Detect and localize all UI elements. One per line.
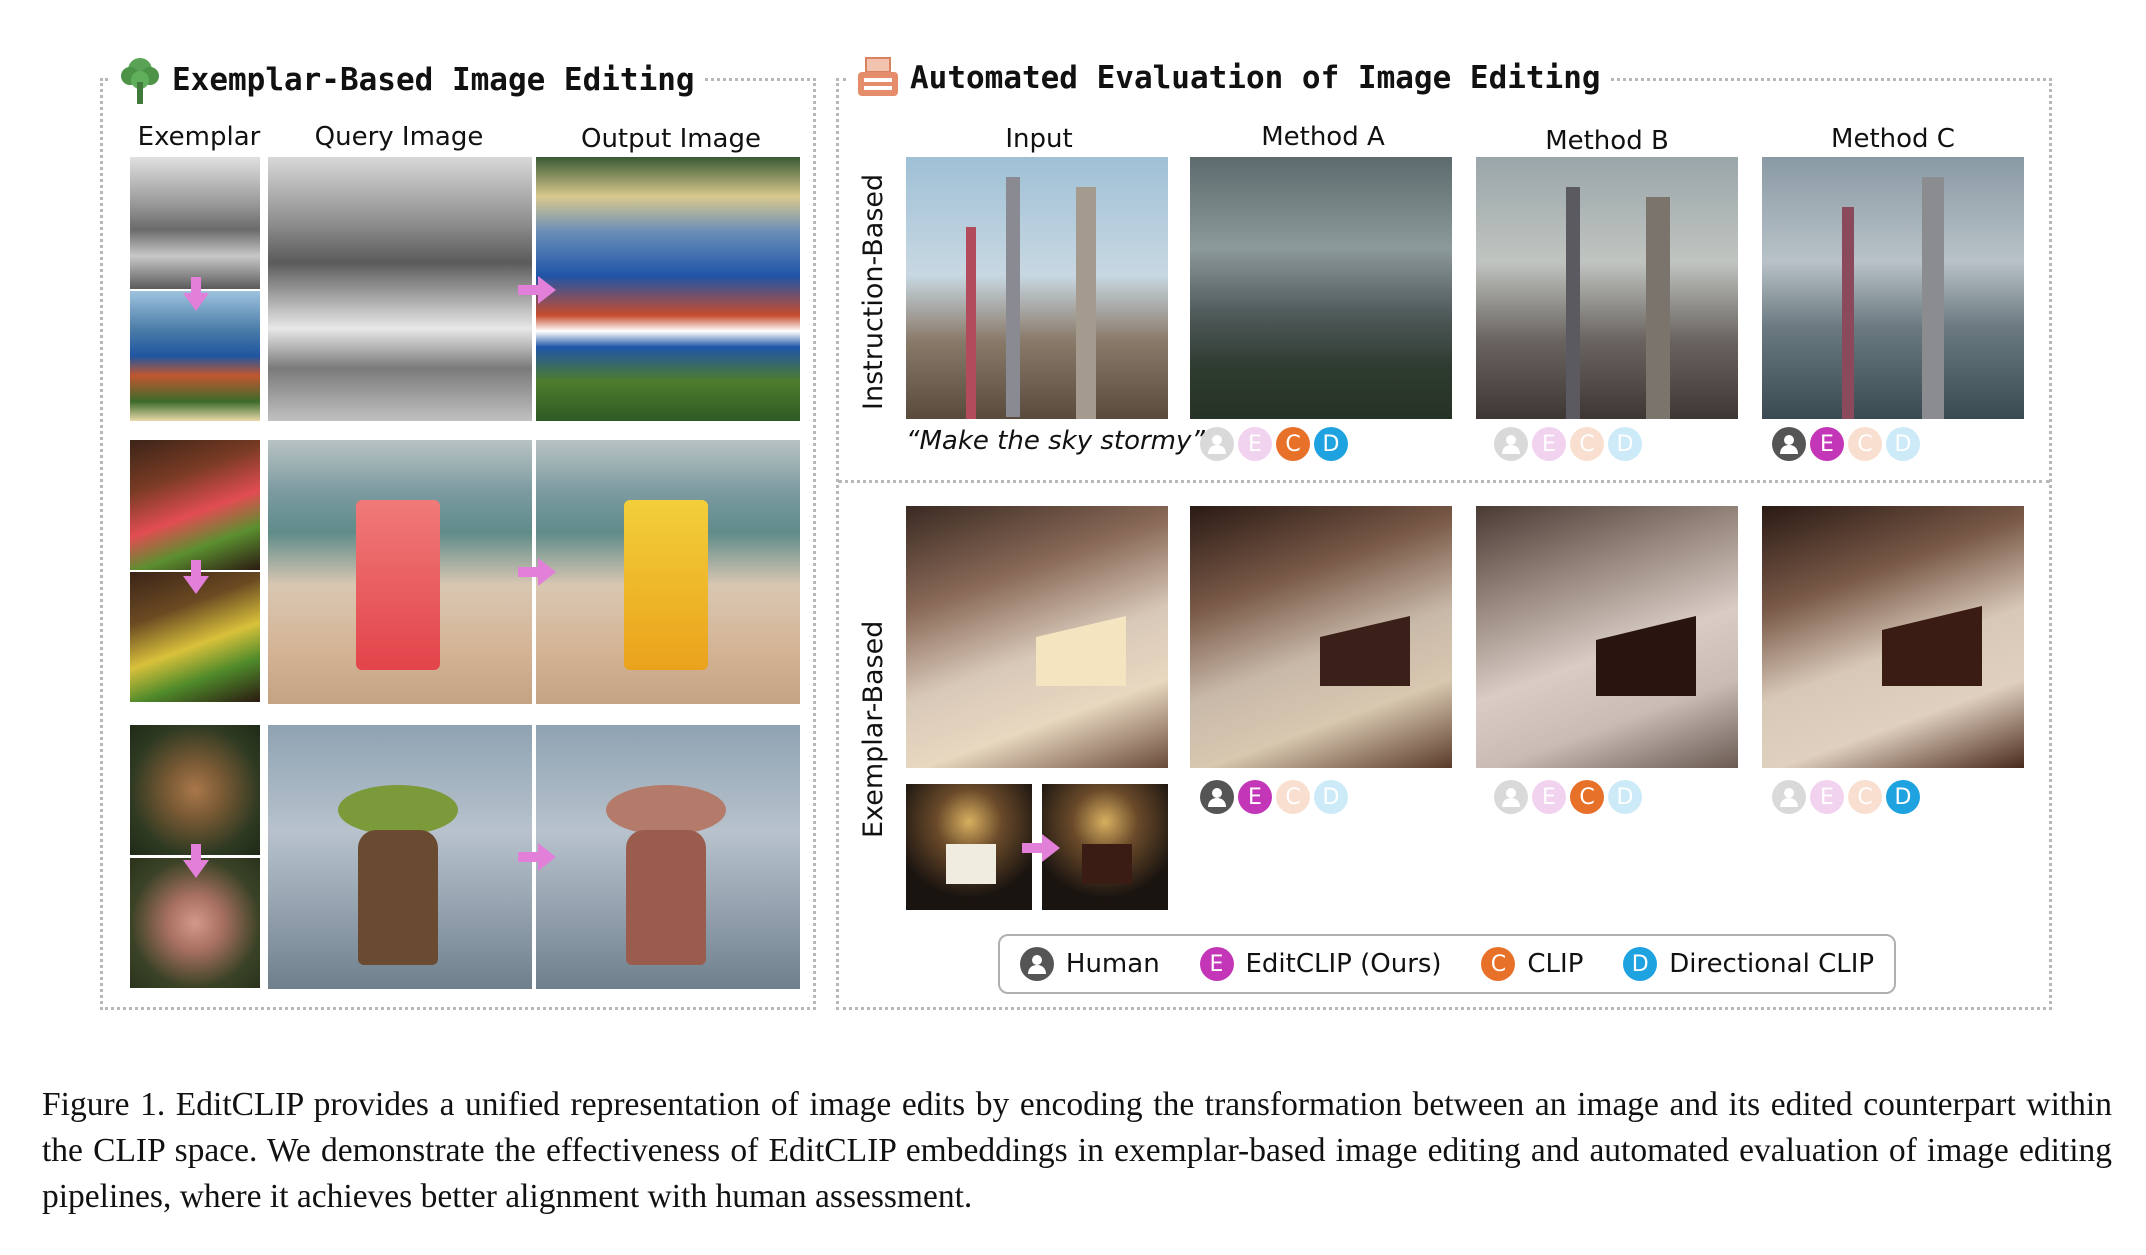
col-label-method-c: Method C [1831, 124, 1955, 154]
method-b-cake [1476, 506, 1738, 768]
method-b-skyline [1476, 157, 1738, 419]
editclip-icon: E [1199, 947, 1234, 981]
right-arrow-icon [1022, 834, 1060, 862]
method-b-votes-instruction: E C D [1494, 427, 1642, 461]
automated-evaluation-title: Automated Evaluation of Image Editing [846, 56, 1611, 100]
down-arrow-icon [183, 277, 209, 311]
col-label-query: Query Image [314, 122, 484, 152]
legend-directional: D Directional CLIP [1623, 947, 1874, 981]
directional-clip-icon: D [1886, 427, 1920, 461]
right-arrow-icon [518, 276, 556, 304]
method-b-votes-exemplar: E C D [1494, 780, 1642, 814]
col-label-exemplar: Exemplar [137, 122, 261, 152]
col-label-input: Input [1005, 124, 1073, 154]
exemplar-after-cake [1042, 784, 1168, 910]
human-icon [1772, 427, 1806, 461]
method-a-cake [1190, 506, 1452, 768]
legend-editclip-label: EditCLIP (Ours) [1245, 949, 1442, 979]
legend-clip-label: CLIP [1527, 949, 1584, 979]
instruction-prompt: “Make the sky stormy” [906, 426, 1205, 456]
clip-icon: C [1848, 780, 1882, 814]
exemplar-before-drink [130, 440, 260, 570]
query-figure [268, 725, 532, 989]
query-landscape [268, 157, 532, 421]
right-arrow-icon [518, 558, 556, 586]
human-icon [1200, 780, 1234, 814]
directional-clip-icon: D [1886, 780, 1920, 814]
exemplar-before-figure [130, 725, 260, 855]
directional-clip-icon: D [1608, 427, 1642, 461]
method-a-votes-instruction: E C D [1200, 427, 1348, 461]
method-c-votes-exemplar: E C D [1772, 780, 1920, 814]
human-icon [1200, 427, 1234, 461]
clip-icon: C [1276, 427, 1310, 461]
clip-icon: C [1570, 427, 1604, 461]
human-icon [1772, 780, 1806, 814]
clip-icon: C [1481, 947, 1516, 981]
col-label-method-a: Method A [1261, 122, 1385, 152]
row-label-exemplar: Exemplar-Based [858, 620, 889, 838]
editclip-icon: E [1810, 780, 1844, 814]
down-arrow-icon [183, 844, 209, 878]
legend: Human E EditCLIP (Ours) C CLIP D Directi… [998, 934, 1896, 994]
automated-evaluation-title-text: Automated Evaluation of Image Editing [910, 60, 1601, 96]
exemplar-before-cake [906, 784, 1032, 910]
exemplar-editing-title: Exemplar-Based Image Editing [108, 54, 705, 106]
legend-directional-label: Directional CLIP [1669, 949, 1875, 979]
editclip-icon: E [1532, 780, 1566, 814]
input-cake [906, 506, 1168, 768]
clip-icon: C [1848, 427, 1882, 461]
col-label-method-b: Method B [1545, 126, 1669, 156]
editclip-icon: E [1238, 780, 1272, 814]
input-skyline [906, 157, 1168, 419]
directional-clip-icon: D [1314, 427, 1348, 461]
editclip-icon: E [1532, 427, 1566, 461]
editclip-icon: E [1810, 427, 1844, 461]
output-figure [536, 725, 800, 989]
editclip-icon: E [1238, 427, 1272, 461]
legend-human-label: Human [1065, 949, 1160, 979]
method-a-skyline [1190, 157, 1452, 419]
row-divider [838, 480, 2050, 483]
human-icon [1494, 427, 1528, 461]
col-label-output: Output Image [580, 124, 761, 154]
human-icon [1494, 780, 1528, 814]
down-arrow-icon [183, 560, 209, 594]
directional-clip-icon: D [1623, 947, 1658, 981]
clip-icon: C [1276, 780, 1310, 814]
directional-clip-icon: D [1314, 780, 1348, 814]
method-c-cake [1762, 506, 2024, 768]
legend-editclip: E EditCLIP (Ours) [1199, 947, 1442, 981]
legend-human: Human [1019, 947, 1160, 981]
exemplar-editing-title-text: Exemplar-Based Image Editing [172, 62, 695, 98]
right-arrow-icon [518, 843, 556, 871]
figure-caption: Figure 1. EditCLIP provides a unified re… [42, 1086, 2112, 1215]
method-c-skyline [1762, 157, 2024, 419]
legend-clip: C CLIP [1481, 947, 1583, 981]
method-a-votes-exemplar: E C D [1200, 780, 1348, 814]
row-label-instruction: Instruction-Based [858, 173, 889, 410]
method-c-votes-instruction: E C D [1772, 427, 1920, 461]
tree-icon [121, 58, 159, 104]
clip-icon: C [1570, 780, 1604, 814]
exemplar-before-landscape [130, 157, 260, 289]
output-drink [536, 440, 800, 704]
query-drink [268, 440, 532, 704]
typewriter-icon [858, 57, 898, 96]
output-landscape [536, 157, 800, 421]
human-icon [1019, 947, 1054, 981]
directional-clip-icon: D [1608, 780, 1642, 814]
